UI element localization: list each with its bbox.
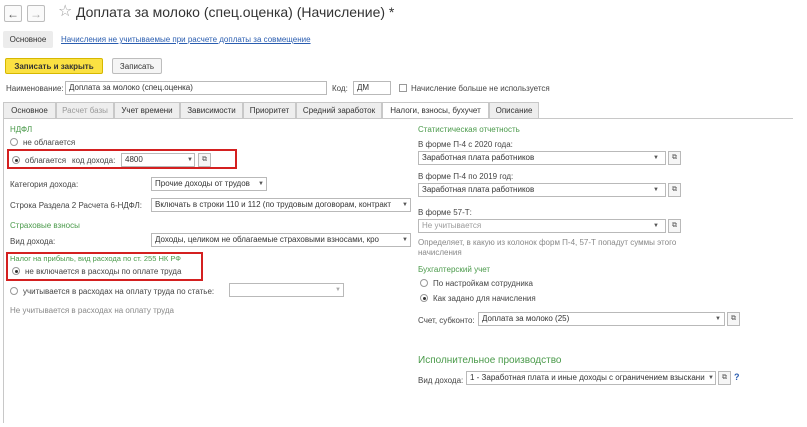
statistics-note: Определяет, в какую из колонок форм П-4,… <box>418 238 677 257</box>
report-line-select[interactable]: Включать в строки 110 и 112 (по трудовым… <box>151 198 411 212</box>
insurance-income-type-dropdown-icon[interactable]: ▼ <box>400 233 410 247</box>
name-input[interactable]: Доплата за молоко (спец.оценка) <box>65 81 327 95</box>
arrow-right-icon: → <box>30 7 42 21</box>
profit-tax-included-radio[interactable] <box>10 287 18 295</box>
report-line-dropdown-icon[interactable]: ▼ <box>400 198 410 212</box>
highlight-ndfl <box>7 149 237 169</box>
enforcement-income-type-select[interactable]: 1 - Заработная плата и иные доходы с огр… <box>466 371 716 385</box>
enforcement-section-title: Исполнительное производство <box>418 355 562 366</box>
accounting-by-employee-radio[interactable] <box>420 279 428 287</box>
open-link-icon: ⧉ <box>672 154 677 161</box>
enforcement-income-type-label: Вид дохода: <box>418 376 464 385</box>
forward-button[interactable]: → <box>27 5 45 22</box>
insurance-income-type-select[interactable]: Доходы, целиком не облагаемые страховыми… <box>151 233 411 247</box>
panel-border-left <box>3 118 4 423</box>
accounting-as-set-radio[interactable] <box>420 294 428 302</box>
name-label: Наименование: <box>6 84 64 93</box>
tab-description[interactable]: Описание <box>489 102 539 118</box>
account-label: Счет, субконто: <box>418 316 475 325</box>
p4-2019-open-button[interactable]: ⧉ <box>668 183 681 197</box>
p4-2020-select[interactable]: Заработная плата работников <box>418 151 666 165</box>
account-dropdown-icon[interactable]: ▼ <box>713 312 723 326</box>
open-link-icon: ⧉ <box>731 315 736 322</box>
tab-taxes[interactable]: Налоги, взносы, бухучет <box>382 102 489 119</box>
code-label: Код: <box>332 84 348 93</box>
arrow-left-icon: ← <box>7 7 19 21</box>
subnav-link-combining[interactable]: Начисления не учитываемые при расчете до… <box>61 35 311 44</box>
income-category-label: Категория дохода: <box>10 180 79 189</box>
tab-base-calc[interactable]: Расчет базы <box>56 102 114 118</box>
save-button[interactable]: Записать <box>112 58 162 74</box>
code-input[interactable]: ДМ <box>353 81 391 95</box>
unused-checkbox[interactable] <box>399 84 407 92</box>
save-and-close-button[interactable]: Записать и закрыть <box>5 58 103 74</box>
accounting-section-title: Бухгалтерский учет <box>418 265 491 274</box>
f57-select[interactable]: Не учитывается <box>418 219 666 233</box>
help-icon[interactable]: ? <box>734 372 740 382</box>
profit-tax-included-label: учитывается в расходах на оплату труда п… <box>23 287 215 296</box>
unused-label: Начисление больше не используется <box>411 84 550 93</box>
p4-2020-label: В форме П-4 с 2020 года: <box>418 140 513 149</box>
f57-open-button[interactable]: ⧉ <box>668 219 681 233</box>
profit-tax-hint: Не учитывается в расходах на оплату труд… <box>10 306 174 315</box>
open-link-icon: ⧉ <box>672 222 677 229</box>
tab-time-tracking[interactable]: Учет времени <box>114 102 180 118</box>
account-select[interactable]: Доплата за молоко (25) <box>478 312 725 326</box>
p4-2020-dropdown-icon[interactable]: ▼ <box>651 151 661 165</box>
subnav-main[interactable]: Основное <box>3 31 53 48</box>
profit-tax-article-select[interactable] <box>229 283 344 297</box>
statistics-section-title: Статистическая отчетность <box>418 125 520 134</box>
open-link-icon: ⧉ <box>672 186 677 193</box>
p4-2019-dropdown-icon[interactable]: ▼ <box>651 183 661 197</box>
ndfl-not-taxed-radio[interactable] <box>10 138 18 146</box>
open-link-icon: ⧉ <box>722 374 727 381</box>
insurance-income-type-label: Вид дохода: <box>10 237 56 246</box>
report-line-label: Строка Раздела 2 Расчета 6-НДФЛ: <box>10 201 142 210</box>
f57-label: В форме 57-Т: <box>418 208 472 217</box>
p4-2019-label: В форме П-4 по 2019 год: <box>418 172 514 181</box>
profit-tax-article-dropdown-icon[interactable]: ▼ <box>333 283 343 297</box>
tab-average-earnings[interactable]: Средний заработок <box>296 102 382 118</box>
window-title: Доплата за молоко (спец.оценка) (Начисле… <box>76 4 395 20</box>
ndfl-not-taxed-label: не облагается <box>23 138 76 147</box>
income-category-dropdown-icon[interactable]: ▼ <box>256 177 266 191</box>
ndfl-section-title: НДФЛ <box>10 125 33 134</box>
income-category-select[interactable]: Прочие доходы от трудов <box>151 177 267 191</box>
star-icon[interactable]: ☆ <box>58 1 72 21</box>
f57-dropdown-icon[interactable]: ▼ <box>651 219 661 233</box>
enforcement-open-button[interactable]: ⧉ <box>718 371 731 385</box>
enforcement-dropdown-icon[interactable]: ▼ <box>706 371 716 385</box>
p4-2020-open-button[interactable]: ⧉ <box>668 151 681 165</box>
p4-2019-select[interactable]: Заработная плата работников <box>418 183 666 197</box>
accounting-by-employee-label: По настройкам сотрудника <box>433 279 533 288</box>
back-button[interactable]: ← <box>4 5 22 22</box>
insurance-section-title: Страховые взносы <box>10 221 80 230</box>
highlight-profit-tax <box>6 252 203 281</box>
account-open-button[interactable]: ⧉ <box>727 312 740 326</box>
tab-priority[interactable]: Приоритет <box>243 102 296 118</box>
accounting-as-set-label: Как задано для начисления <box>433 294 536 303</box>
tab-main[interactable]: Основное <box>3 102 56 118</box>
tab-dependencies[interactable]: Зависимости <box>180 102 243 118</box>
